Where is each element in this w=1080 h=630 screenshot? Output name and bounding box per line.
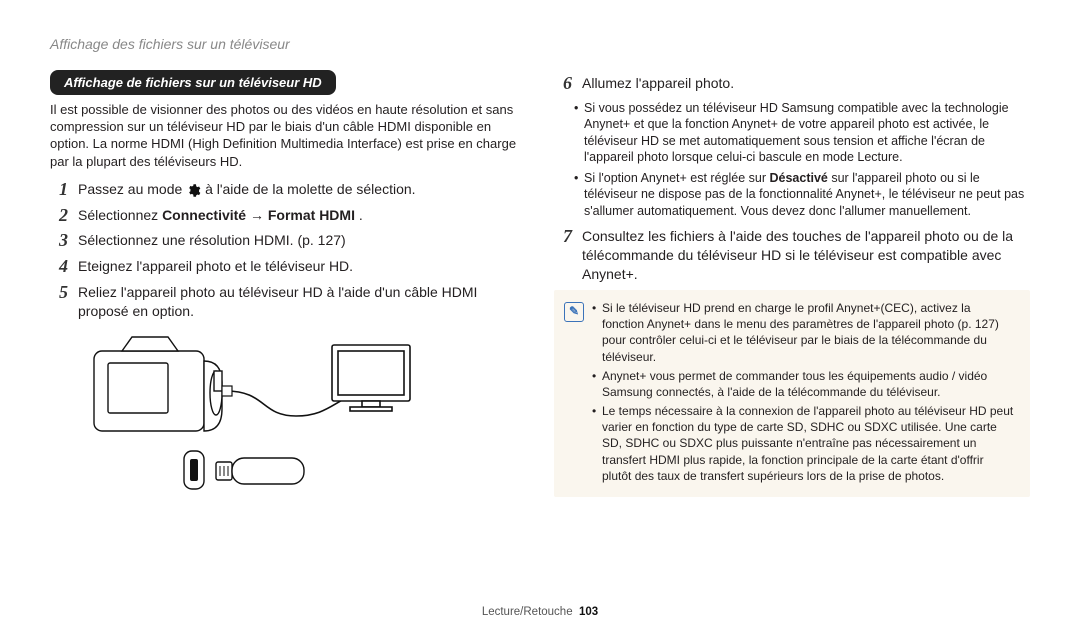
note-item: Le temps nécessaire à la connexion de l'… <box>592 403 1014 484</box>
step-text: Consultez les fichiers à l'aide des touc… <box>582 227 1030 284</box>
step-text: Allumez l'appareil photo. <box>582 74 1030 93</box>
step-6: 6 Allumez l'appareil photo. <box>554 74 1030 94</box>
info-note-box: ✎ Si le téléviseur HD prend en charge le… <box>554 290 1030 497</box>
intro-paragraph: Il est possible de visionner des photos … <box>50 101 526 170</box>
step-number: 7 <box>554 227 572 247</box>
note-list: Si le téléviseur HD prend en charge le p… <box>592 300 1014 487</box>
step-number: 2 <box>50 206 68 226</box>
step-number: 3 <box>50 231 68 251</box>
step-7: 7 Consultez les fichiers à l'aide des to… <box>554 227 1030 284</box>
two-column-layout: Affichage de fichiers sur un téléviseur … <box>50 70 1030 500</box>
footer-section: Lecture/Retouche <box>482 606 573 618</box>
step-text: Passez au mode à l'aide de la molette de… <box>78 180 526 199</box>
steps-list-right-2: 7 Consultez les fichiers à l'aide des to… <box>554 227 1030 284</box>
note-item: Si le téléviseur HD prend en charge le p… <box>592 300 1014 365</box>
step-text: Sélectionnez une résolution HDMI. (p. 12… <box>78 231 526 250</box>
step-text: Reliez l'appareil photo au téléviseur HD… <box>78 283 526 321</box>
steps-list-left: 1 Passez au mode à l'aide de la molette … <box>50 180 526 321</box>
sub-bullet: Si l'option Anynet+ est réglée sur Désac… <box>584 170 1030 220</box>
step-5: 5 Reliez l'appareil photo au téléviseur … <box>50 283 526 321</box>
section-heading-pill: Affichage de fichiers sur un téléviseur … <box>50 70 336 95</box>
step-number: 1 <box>50 180 68 200</box>
step-number: 6 <box>554 74 572 94</box>
steps-list-right: 6 Allumez l'appareil photo. <box>554 74 1030 94</box>
step-1: 1 Passez au mode à l'aide de la molette … <box>50 180 526 200</box>
note-item: Anynet+ vous permet de commander tous le… <box>592 368 1014 400</box>
running-header: Affichage des fichiers sur un téléviseur <box>50 36 1030 52</box>
step-6-subnotes: Si vous possédez un téléviseur HD Samsun… <box>554 100 1030 220</box>
step-text: Eteignez l'appareil photo et le télévise… <box>78 257 526 276</box>
page-footer: Lecture/Retouche 103 <box>0 606 1080 618</box>
step-4: 4 Eteignez l'appareil photo et le télévi… <box>50 257 526 277</box>
note-icon: ✎ <box>564 302 584 322</box>
step-text: Sélectionnez Connectivité → Format HDMI … <box>78 206 526 225</box>
step-3: 3 Sélectionnez une résolution HDMI. (p. … <box>50 231 526 251</box>
manual-page: Affichage des fichiers sur un téléviseur… <box>0 0 1080 630</box>
step-number: 4 <box>50 257 68 277</box>
page-number: 103 <box>579 606 598 618</box>
gear-icon <box>186 183 201 198</box>
left-column: Affichage de fichiers sur un téléviseur … <box>50 70 526 500</box>
right-column: 6 Allumez l'appareil photo. Si vous poss… <box>554 70 1030 500</box>
step-2: 2 Sélectionnez Connectivité → Format HDM… <box>50 206 526 226</box>
hdmi-connection-diagram <box>76 331 416 496</box>
step-number: 5 <box>50 283 68 303</box>
sub-bullet: Si vous possédez un téléviseur HD Samsun… <box>584 100 1030 166</box>
